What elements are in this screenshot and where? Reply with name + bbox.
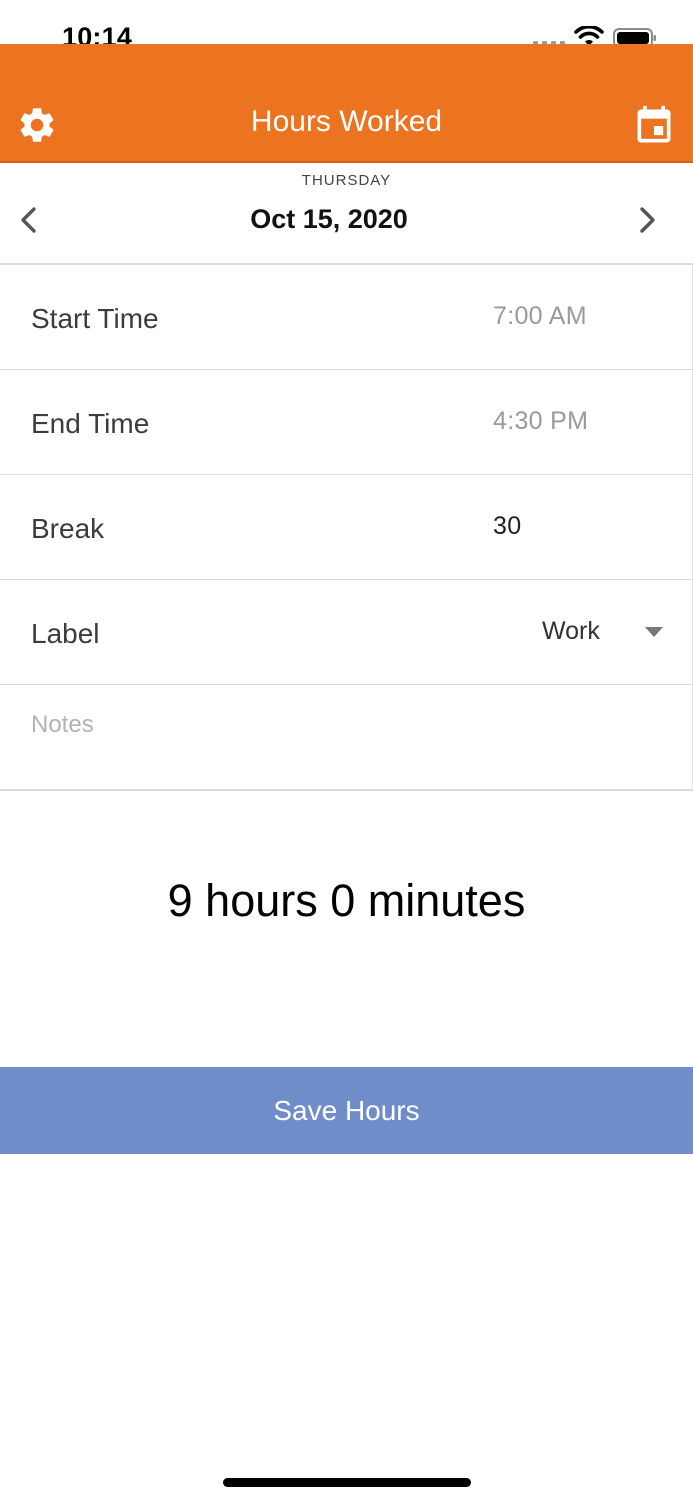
- calendar-button[interactable]: [632, 104, 676, 148]
- home-indicator: [223, 1478, 471, 1487]
- page-title: Hours Worked: [250, 105, 443, 138]
- break-input[interactable]: 30: [493, 512, 521, 541]
- break-label: Break: [31, 513, 105, 544]
- caret-down-icon[interactable]: [643, 626, 665, 638]
- label-row[interactable]: Label Work: [0, 580, 693, 686]
- break-row[interactable]: Break 30: [0, 475, 693, 581]
- end-time-label: End Time: [31, 408, 150, 439]
- label-field-label: Label: [31, 618, 100, 649]
- weekday-label: THURSDAY: [301, 172, 392, 189]
- notes-row[interactable]: Notes: [0, 685, 693, 791]
- selected-date[interactable]: Oct 15, 2020: [0, 204, 658, 235]
- start-time-value[interactable]: 7:00 AM: [493, 302, 587, 331]
- start-time-label: Start Time: [31, 303, 159, 334]
- end-time-value[interactable]: 4:30 PM: [493, 407, 588, 436]
- label-select-value[interactable]: Work: [542, 617, 600, 646]
- save-hours-button[interactable]: Save Hours: [0, 1067, 693, 1154]
- total-hours: 9 hours 0 minutes: [167, 875, 526, 926]
- date-navigator: THURSDAY Oct 15, 2020: [0, 163, 693, 265]
- next-day-button[interactable]: [632, 202, 662, 238]
- start-time-row[interactable]: Start Time 7:00 AM: [0, 265, 693, 371]
- status-bar: 10:14: [0, 0, 693, 52]
- end-time-row[interactable]: End Time 4:30 PM: [0, 370, 693, 476]
- app-header: Hours Worked: [0, 44, 693, 163]
- notes-input[interactable]: Notes: [31, 711, 94, 739]
- calendar-icon: [637, 105, 671, 143]
- chevron-right-icon: [640, 207, 655, 233]
